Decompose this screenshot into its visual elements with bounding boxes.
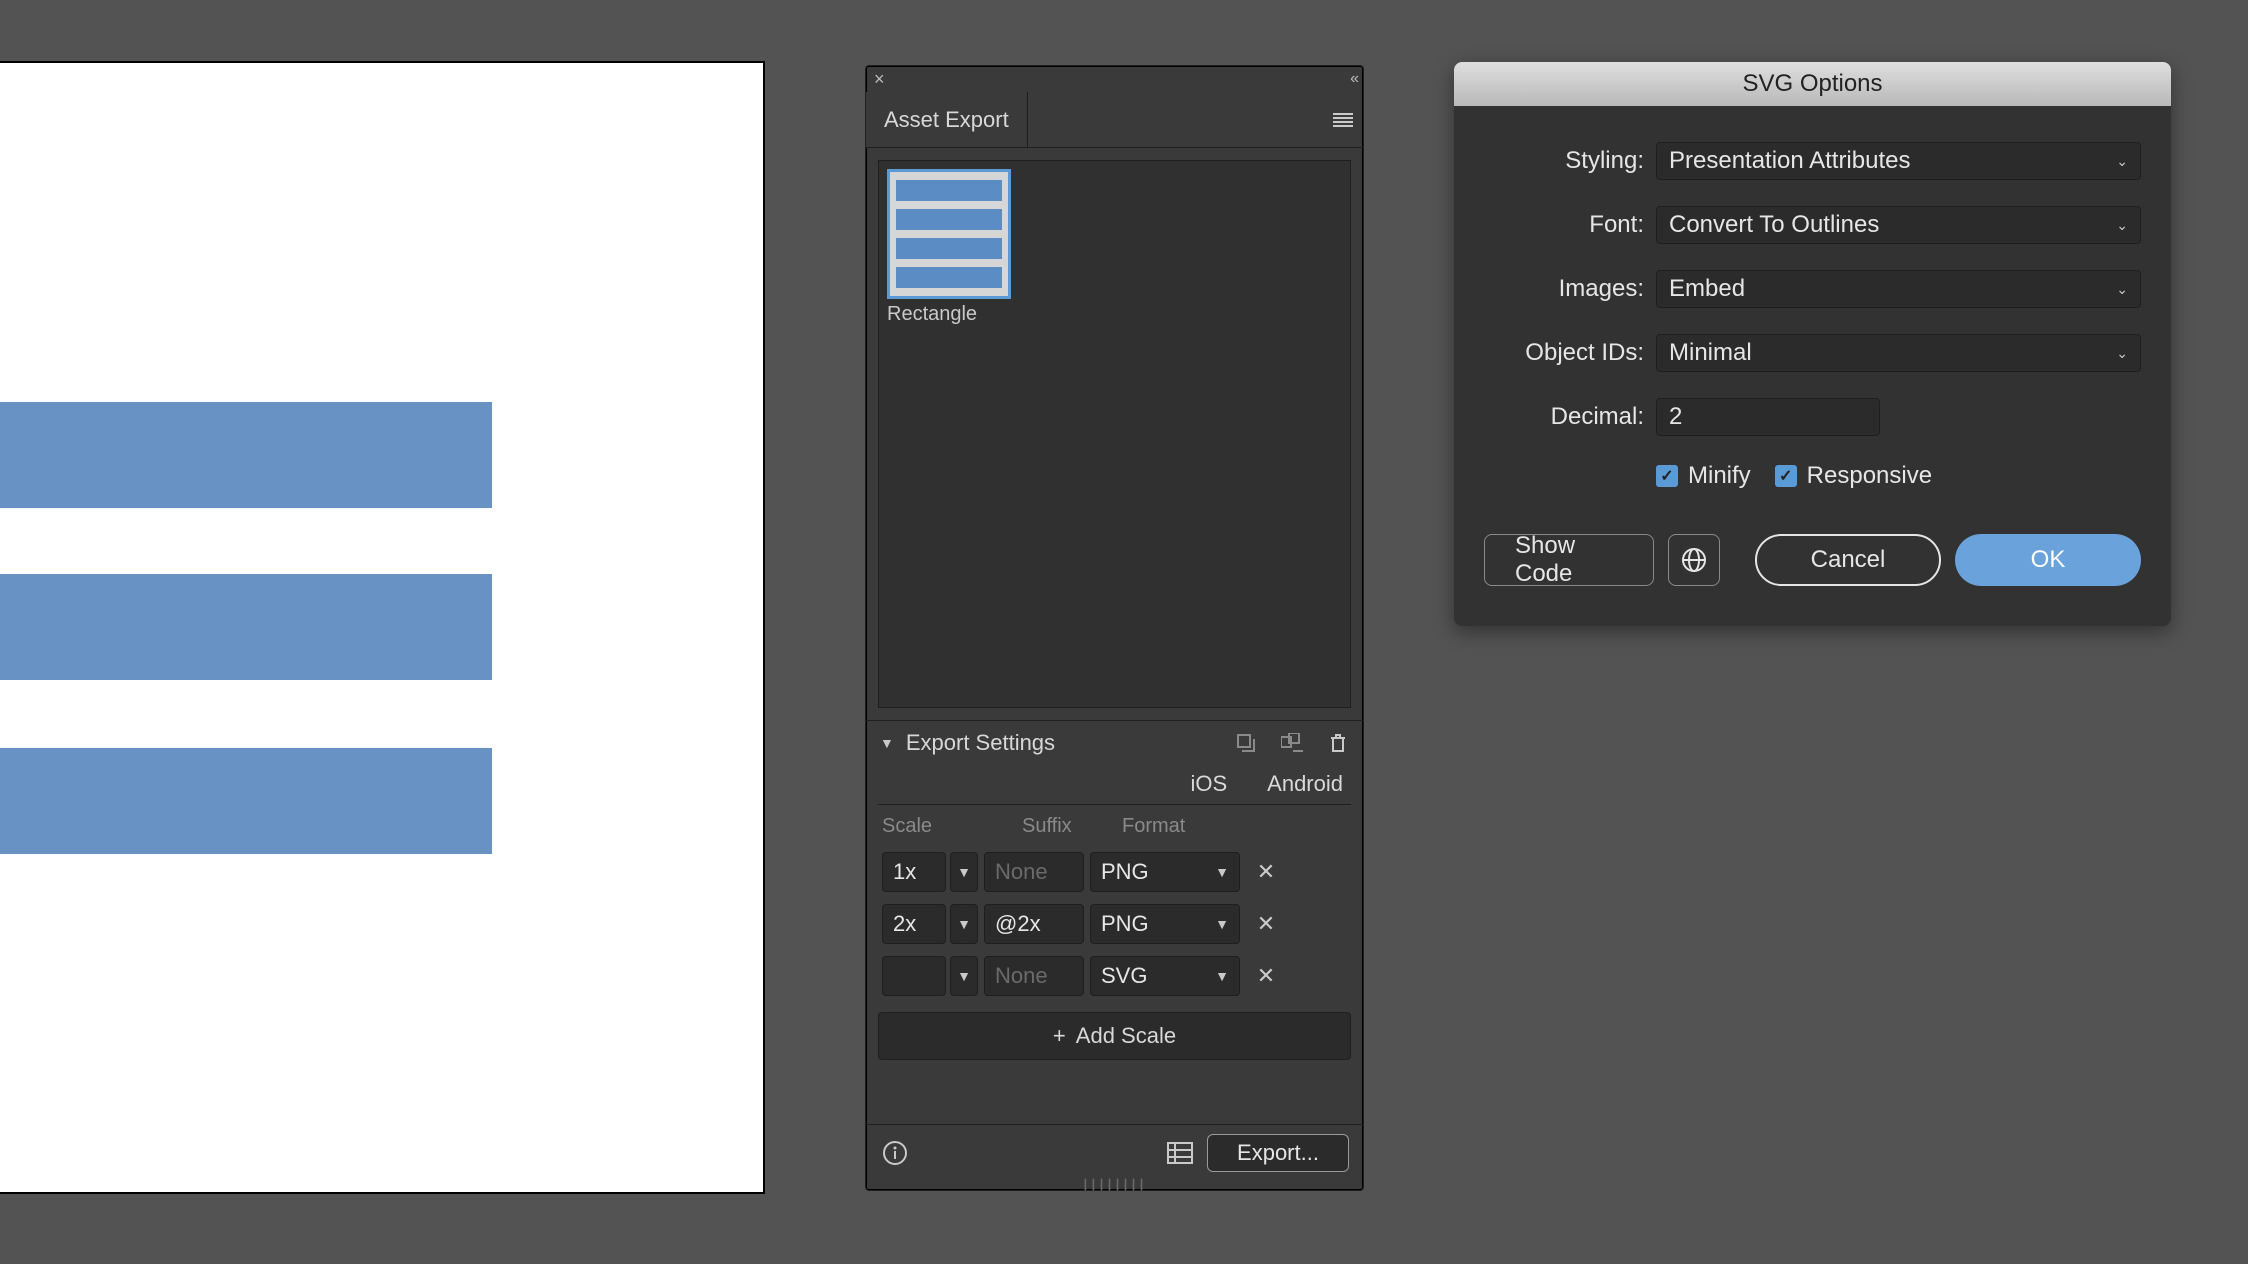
asset-label: Rectangle — [887, 303, 1017, 326]
scale-input[interactable]: 1x — [882, 852, 946, 892]
suffix-input[interactable]: None — [984, 852, 1084, 892]
preset-ios[interactable]: iOS — [1190, 771, 1227, 797]
resize-grip[interactable]: ┃┃┃┃┃┃┃┃ — [866, 1180, 1363, 1190]
panel-footer: Export... — [866, 1124, 1363, 1180]
scale-dropdown-icon[interactable]: ▼ — [950, 904, 978, 944]
font-select[interactable]: Convert To Outlines⌄ — [1656, 206, 2141, 244]
suffix-input[interactable]: @2x — [984, 904, 1084, 944]
objectids-label: Object IDs: — [1484, 339, 1644, 367]
panel-titlebar: × « — [866, 66, 1363, 92]
format-row: 1x ▼ None PNG▼ ✕ — [878, 846, 1351, 898]
trash-icon[interactable] — [1327, 732, 1349, 754]
styling-select[interactable]: Presentation Attributes⌄ — [1656, 142, 2141, 180]
grid-view-icon[interactable] — [1165, 1138, 1195, 1168]
remove-row-icon[interactable]: ✕ — [1246, 963, 1286, 989]
images-label: Images: — [1484, 275, 1644, 303]
col-scale: Scale — [882, 815, 1022, 838]
artboard-canvas[interactable] — [0, 61, 765, 1194]
col-suffix: Suffix — [1022, 815, 1122, 838]
scale-dropdown-icon[interactable]: ▼ — [950, 956, 978, 996]
checkmark-icon: ✓ — [1656, 465, 1678, 487]
checkmark-icon: ✓ — [1775, 465, 1797, 487]
responsive-checkbox[interactable]: ✓ Responsive — [1775, 462, 1932, 490]
scale-input[interactable]: 2x — [882, 904, 946, 944]
format-row: ▼ None SVG▼ ✕ — [878, 950, 1351, 1002]
cancel-button[interactable]: Cancel — [1755, 534, 1941, 586]
styling-label: Styling: — [1484, 147, 1644, 175]
info-icon[interactable] — [880, 1138, 910, 1168]
dialog-title: SVG Options — [1454, 62, 2171, 106]
single-export-icon[interactable] — [1235, 732, 1257, 754]
tab-asset-export[interactable]: Asset Export — [866, 92, 1028, 147]
show-code-button[interactable]: Show Code — [1484, 534, 1654, 586]
col-format: Format — [1122, 815, 1282, 838]
decimal-input[interactable]: 2 — [1656, 398, 1880, 436]
format-select[interactable]: SVG▼ — [1090, 956, 1240, 996]
asset-grid[interactable]: Rectangle — [878, 160, 1351, 708]
collapse-icon[interactable]: « — [1350, 70, 1355, 88]
export-settings-header[interactable]: ▼ Export Settings — [866, 720, 1363, 764]
disclosure-triangle-icon[interactable]: ▼ — [880, 735, 894, 751]
scale-dropdown-icon[interactable]: ▼ — [950, 852, 978, 892]
format-select[interactable]: PNG▼ — [1090, 852, 1240, 892]
multi-export-icon[interactable] — [1281, 732, 1303, 754]
preset-android[interactable]: Android — [1267, 771, 1343, 797]
asset-export-panel: × « Asset Export Rectangle ▼ Export Sett… — [865, 65, 1364, 1191]
remove-row-icon[interactable]: ✕ — [1246, 911, 1286, 937]
ok-button[interactable]: OK — [1955, 534, 2141, 586]
images-select[interactable]: Embed⌄ — [1656, 270, 2141, 308]
format-select[interactable]: PNG▼ — [1090, 904, 1240, 944]
suffix-input[interactable]: None — [984, 956, 1084, 996]
minify-checkbox[interactable]: ✓ Minify — [1656, 462, 1751, 490]
formats-table: Scale Suffix Format 1x ▼ None PNG▼ ✕ 2x … — [878, 804, 1351, 1002]
globe-icon — [1681, 547, 1707, 573]
decimal-label: Decimal: — [1484, 403, 1644, 431]
panel-menu-icon[interactable] — [1323, 92, 1363, 147]
panel-tabs: Asset Export — [866, 92, 1363, 148]
platform-presets: iOS Android — [866, 764, 1363, 804]
export-settings-label: Export Settings — [906, 730, 1055, 756]
asset-item[interactable]: Rectangle — [887, 169, 1017, 326]
format-row: 2x ▼ @2x PNG▼ ✕ — [878, 898, 1351, 950]
export-button[interactable]: Export... — [1207, 1134, 1349, 1172]
scale-input[interactable] — [882, 956, 946, 996]
remove-row-icon[interactable]: ✕ — [1246, 859, 1286, 885]
shape-rectangle[interactable] — [0, 748, 492, 854]
add-scale-button[interactable]: + Add Scale — [878, 1012, 1351, 1060]
close-icon[interactable]: × — [874, 70, 885, 88]
shape-rectangle[interactable] — [0, 402, 492, 508]
objectids-select[interactable]: Minimal⌄ — [1656, 334, 2141, 372]
shape-rectangle[interactable] — [0, 574, 492, 680]
svg-options-dialog: SVG Options Styling: Presentation Attrib… — [1454, 62, 2171, 626]
preview-browser-button[interactable] — [1668, 534, 1720, 586]
font-label: Font: — [1484, 211, 1644, 239]
plus-icon: + — [1053, 1023, 1066, 1049]
asset-thumbnail[interactable] — [887, 169, 1011, 299]
